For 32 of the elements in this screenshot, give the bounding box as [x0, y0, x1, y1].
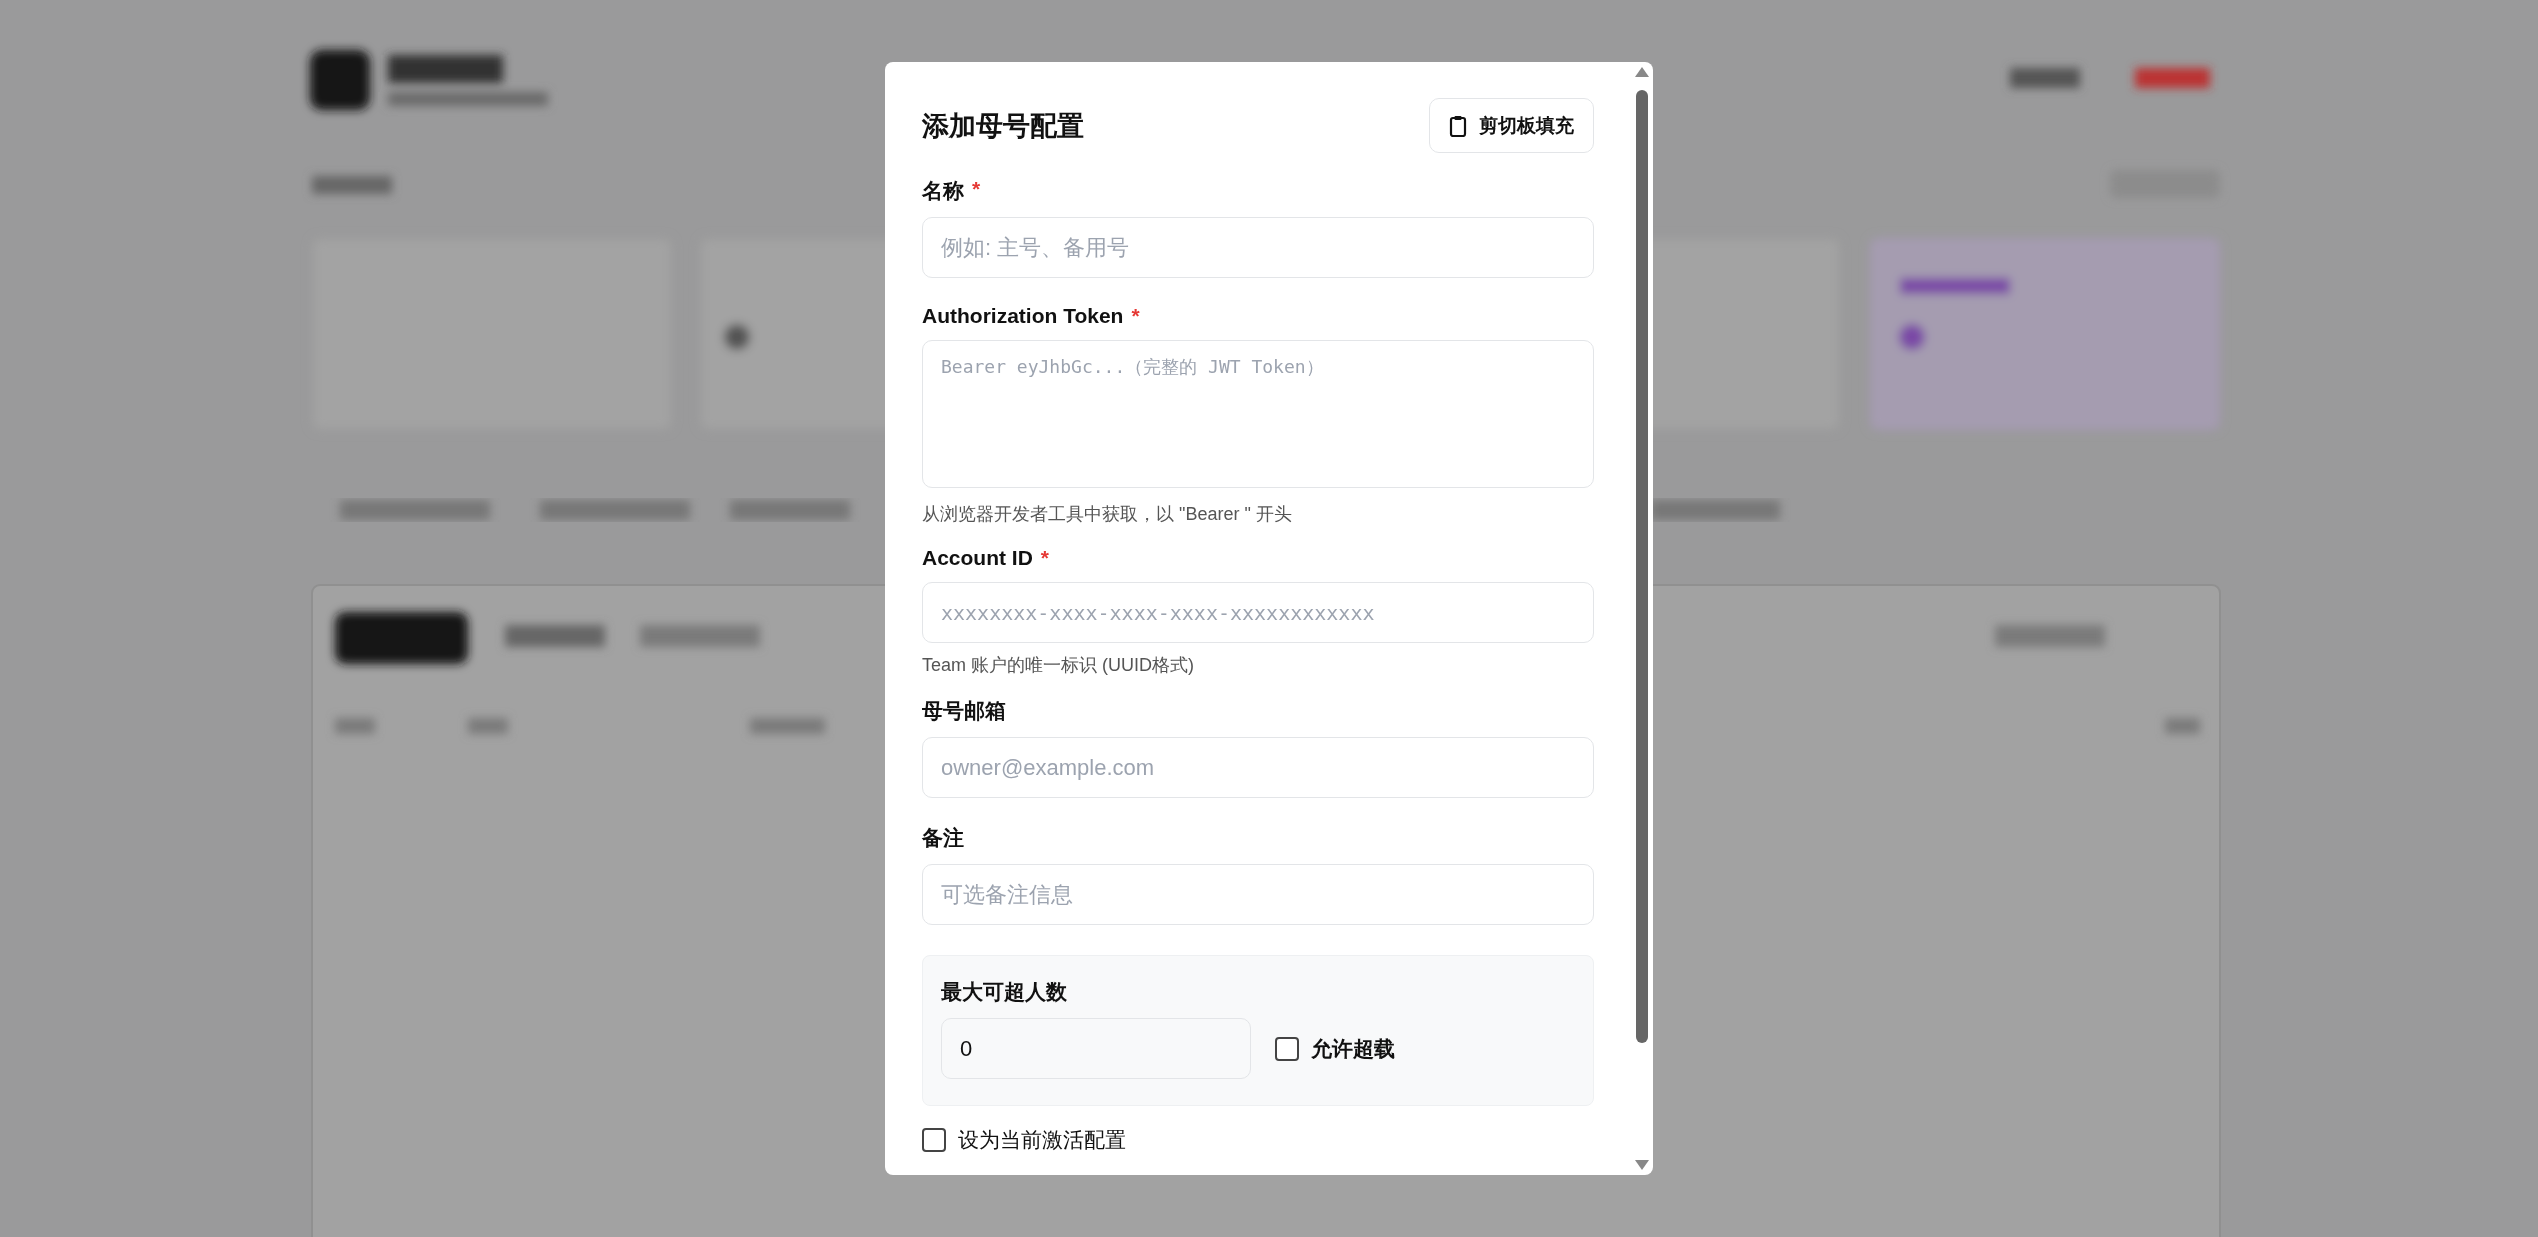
input-field[interactable]: 0: [941, 1018, 1251, 1079]
field-label: 母号邮箱: [922, 698, 1006, 724]
input-field[interactable]: xxxxxxxx-xxxx-xxxx-xxxx-xxxxxxxxxxxx: [922, 582, 1594, 643]
checkbox-label: 设为当前激活配置: [958, 1127, 1126, 1153]
field-label: Authorization Token: [922, 304, 1124, 328]
checkbox[interactable]: [922, 1128, 946, 1152]
checkbox-label: 允许超载: [1311, 1035, 1395, 1062]
field-label: 备注: [922, 825, 964, 851]
blurred-text: [2165, 718, 2200, 734]
blurred-text: [468, 718, 508, 734]
blurred-dot: [724, 324, 750, 350]
checkbox[interactable]: [1275, 1036, 1299, 1061]
input-field[interactable]: Bearer eyJhbGc...（完整的 JWT Token）: [922, 340, 1594, 488]
input-field[interactable]: 例如: 主号、备用号: [922, 217, 1594, 278]
scroll-up-icon[interactable]: [1634, 66, 1650, 78]
required-mark: *: [972, 177, 981, 202]
field-label: 名称: [922, 178, 964, 204]
blurred-dot: [1899, 324, 1925, 350]
clipboard-icon: [1449, 114, 1467, 137]
field-hint: 从浏览器开发者工具中获取，以 "Bearer " 开头: [922, 503, 1293, 526]
scroll-down-icon[interactable]: [1634, 1159, 1650, 1171]
input-field[interactable]: 可选备注信息: [922, 864, 1594, 925]
clipboard-fill-button[interactable]: 剪切板填充: [1429, 98, 1594, 153]
scrollbar-thumb[interactable]: [1636, 90, 1648, 1043]
required-mark: *: [1131, 304, 1140, 328]
field-label: 最大可超人数: [941, 979, 1067, 1005]
field-label: Account ID: [922, 546, 1033, 570]
field-hint: Team 账户的唯一标识 (UUID格式): [922, 654, 1195, 677]
input-field[interactable]: owner@example.com: [922, 737, 1594, 798]
blurred-text: [335, 718, 375, 734]
dialog-title: 添加母号配置: [922, 109, 1084, 143]
required-mark: *: [1040, 546, 1050, 570]
